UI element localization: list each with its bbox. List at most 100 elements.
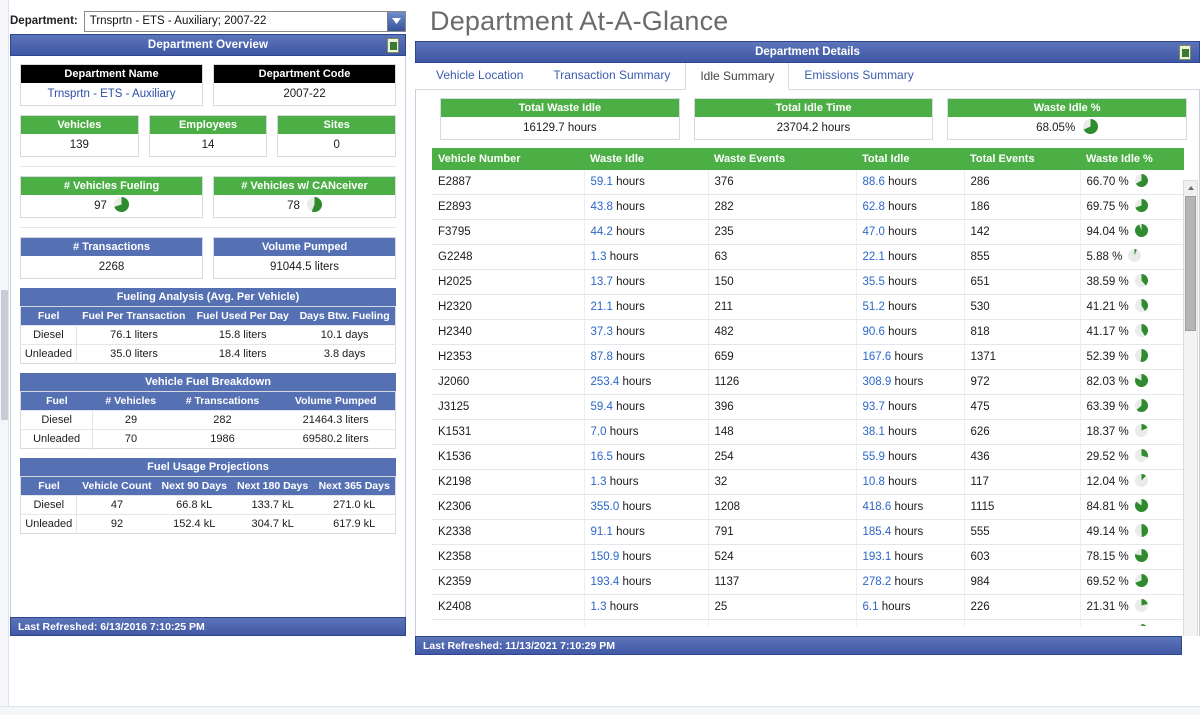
right-panel-body: Total Waste Idle 16129.7 hours Total Idl… [415, 90, 1200, 636]
pie-gauge-icon [1135, 553, 1148, 565]
idle-table-row[interactable]: K2306355.0 hours1208418.6 hours111584.81… [432, 495, 1184, 520]
pie-gauge-icon [1135, 353, 1148, 365]
idle-table-row[interactable]: J2060253.4 hours1126308.9 hours97282.03 … [432, 370, 1184, 395]
idle-table-scrollbar-thumb[interactable] [1185, 196, 1196, 331]
total-events-cell: 555 [964, 520, 1080, 545]
vehicles-card: Vehicles 139 [20, 115, 139, 157]
total-events-cell: 226 [964, 595, 1080, 620]
idle-column-header-2[interactable]: Waste Events [708, 148, 856, 170]
idle-table-row[interactable]: K15317.0 hours14838.1 hours62618.37 % [432, 420, 1184, 445]
waste-idle-cell: 7.0 hours [584, 420, 708, 445]
idle-table-row[interactable]: K2358150.9 hours524193.1 hours60378.15 % [432, 545, 1184, 570]
pie-gauge-icon [1135, 203, 1148, 215]
idle-table-row[interactable]: K21981.3 hours3210.8 hours11712.04 % [432, 470, 1184, 495]
chevron-down-icon[interactable] [387, 12, 405, 31]
gauge-card-row: # Vehicles Fueling 97 # Vehicles w/ CANc… [20, 176, 396, 218]
waste-events-cell: 282 [708, 195, 856, 220]
page-scrollbar-bottom[interactable] [0, 706, 1200, 715]
tab-transaction-summary[interactable]: Transaction Summary [538, 61, 685, 89]
waste-idle-cell: 101.9 hours [584, 620, 708, 627]
vehicles-fueling-number: 97 [94, 200, 107, 212]
idle-table-row[interactable]: G22481.3 hours6322.1 hours8555.88 % [432, 245, 1184, 270]
table-cell: 271.0 kL [313, 496, 395, 515]
idle-table-row[interactable]: H232021.1 hours21151.2 hours53041.21 % [432, 295, 1184, 320]
total-idle-cell: 10.8 hours [856, 470, 964, 495]
page-scrollbar-left-thumb[interactable] [1, 290, 8, 420]
idle-table-row[interactable]: K24081.3 hours256.1 hours22621.31 % [432, 595, 1184, 620]
pie-gauge-icon [1135, 578, 1148, 590]
idle-column-header-5[interactable]: Waste Idle % [1080, 148, 1184, 170]
column-header-3: Volume Pumped [276, 392, 395, 411]
idle-column-header-1[interactable]: Waste Idle [584, 148, 708, 170]
table-cell: 152.4 kL [157, 515, 232, 534]
total-events-cell: 475 [964, 395, 1080, 420]
table-cell: 15.8 liters [191, 326, 294, 345]
department-name-card-value[interactable]: Trnsprtn - ETS - Auxiliary [21, 83, 202, 105]
total-events-cell: 855 [964, 245, 1080, 270]
table-row: Diesel76.1 liters15.8 liters10.1 days [21, 326, 396, 345]
table-cell: 69580.2 liters [276, 430, 395, 449]
idle-table-scrollbar[interactable] [1183, 180, 1198, 636]
total-idle-cell: 193.1 hours [856, 545, 964, 570]
export-excel-icon[interactable] [1179, 45, 1191, 60]
column-header-2: # Transcations [169, 392, 277, 411]
pie-gauge-icon [1135, 303, 1148, 315]
table-cell: 66.8 kL [157, 496, 232, 515]
waste-events-cell: 211 [708, 295, 856, 320]
table-cell: 133.7 kL [232, 496, 314, 515]
export-excel-icon[interactable] [387, 38, 399, 53]
idle-table-row[interactable]: K2359193.4 hours1137278.2 hours98469.52 … [432, 570, 1184, 595]
table-row: Unleaded70198669580.2 liters [21, 430, 396, 449]
waste-idle-cell: 16.5 hours [584, 445, 708, 470]
waste-idle-pct-cell: 41.17 % [1080, 320, 1184, 345]
idle-table-row[interactable]: H202513.7 hours15035.5 hours65138.59 % [432, 270, 1184, 295]
table-cell: 1986 [169, 430, 277, 449]
table-cell: 35.0 liters [76, 345, 191, 364]
idle-column-header-3[interactable]: Total Idle [856, 148, 964, 170]
vehicle-number-cell: K2338 [432, 520, 584, 545]
idle-table-row[interactable]: E288759.1 hours37688.6 hours28666.70 % [432, 170, 1184, 195]
total-events-cell: 603 [964, 545, 1080, 570]
tab-emissions-summary[interactable]: Emissions Summary [789, 61, 928, 89]
total-events-cell: 436 [964, 445, 1080, 470]
table-cell: Diesel [21, 411, 93, 430]
employees-card: Employees 14 [149, 115, 268, 157]
waste-events-cell: 25 [708, 595, 856, 620]
idle-table-row[interactable]: E289343.8 hours28262.8 hours18669.75 % [432, 195, 1184, 220]
table-cell: 21464.3 liters [276, 411, 395, 430]
column-header-3: Days Btw. Fueling [294, 307, 395, 326]
idle-table-row[interactable]: H235387.8 hours659167.6 hours137152.39 % [432, 345, 1184, 370]
pie-gauge-icon [1135, 228, 1148, 240]
department-label: Department: [10, 15, 78, 27]
idle-table-row[interactable]: J312559.4 hours39693.7 hours47563.39 % [432, 395, 1184, 420]
idle-table-row[interactable]: K233891.1 hours791185.4 hours55549.14 % [432, 520, 1184, 545]
waste-idle-pct-cell: 21.31 % [1080, 595, 1184, 620]
waste-events-cell: 482 [708, 320, 856, 345]
idle-table-row[interactable]: H234037.3 hours48290.6 hours81841.17 % [432, 320, 1184, 345]
waste-idle-pct-cell: 66.70 % [1080, 170, 1184, 195]
vehicle-number-cell: H2320 [432, 295, 584, 320]
idle-summary-table: Vehicle NumberWaste IdleWaste EventsTota… [432, 148, 1184, 626]
idle-table-row[interactable]: K153616.5 hours25455.9 hours43629.52 % [432, 445, 1184, 470]
left-status-bar: Last Refreshed: 6/13/2016 7:10:25 PM [10, 617, 406, 636]
waste-idle-cell: 193.4 hours [584, 570, 708, 595]
total-events-cell: 142 [964, 220, 1080, 245]
table-cell: Diesel [21, 326, 77, 345]
tab-vehicle-location[interactable]: Vehicle Location [421, 61, 538, 89]
idle-table-row[interactable]: K3119101.9 hours456146.6 hours31469.51 % [432, 620, 1184, 627]
column-header-3: Next 180 Days [232, 477, 314, 496]
waste-idle-cell: 44.2 hours [584, 220, 708, 245]
waste-idle-pct-cell: 82.03 % [1080, 370, 1184, 395]
tab-idle-summary[interactable]: Idle Summary [685, 62, 789, 90]
total-idle-cell: 47.0 hours [856, 220, 964, 245]
idle-column-header-0[interactable]: Vehicle Number [432, 148, 584, 170]
idle-column-header-4[interactable]: Total Events [964, 148, 1080, 170]
scroll-up-icon[interactable] [1184, 181, 1197, 194]
department-select[interactable]: Trnsprtn - ETS - Auxiliary; 2007-22 [84, 11, 406, 32]
page-scrollbar-left[interactable] [0, 0, 9, 706]
fueling-analysis-table: Fueling Analysis (Avg. Per Vehicle) Fuel… [20, 288, 396, 364]
waste-idle-cell: 43.8 hours [584, 195, 708, 220]
column-header-0: Fuel [21, 477, 77, 496]
total-idle-cell: 62.8 hours [856, 195, 964, 220]
idle-table-row[interactable]: F379544.2 hours23547.0 hours14294.04 % [432, 220, 1184, 245]
